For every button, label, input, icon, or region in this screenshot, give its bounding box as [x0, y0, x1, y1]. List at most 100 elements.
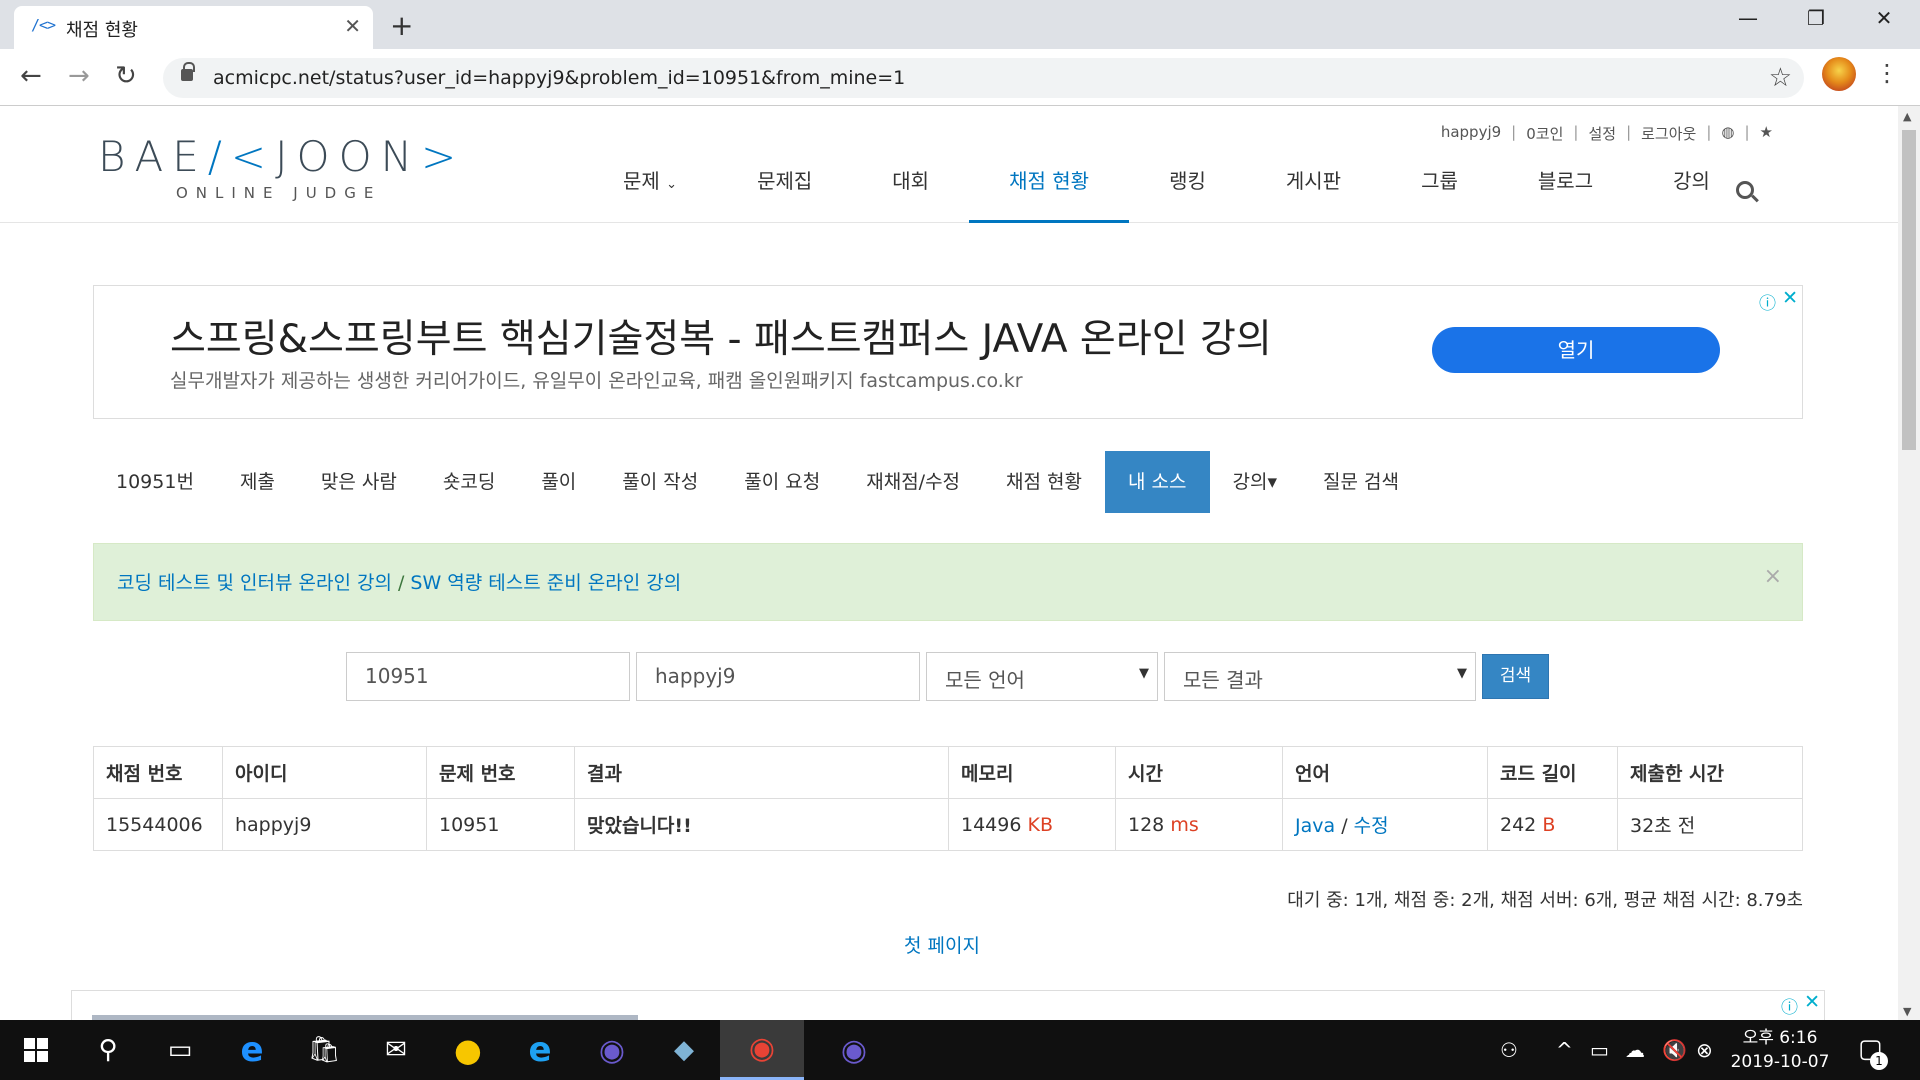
site-header: BAE/<JOON> ONLINE JUDGE happyj9 | 0코인 | … — [0, 106, 1898, 223]
user-link[interactable]: happyj9 — [222, 798, 427, 851]
taskbar-clock[interactable]: 오후 6:16 2019-10-07 — [1724, 1026, 1836, 1074]
lock-icon — [181, 62, 195, 81]
globe-icon[interactable]: ◍ — [1721, 123, 1734, 144]
ad-title[interactable]: 스프링&스프링부트 핵심기술정복 - 패스트캠퍼스 JAVA 온라인 강의 — [170, 308, 1272, 364]
subnav-my-source[interactable]: 내 소스 — [1105, 451, 1210, 513]
subnav-status[interactable]: 채점 현황 — [983, 451, 1105, 513]
browser-menu-icon[interactable]: ⋮ — [1875, 59, 1899, 87]
nav-problems[interactable]: 문제 ⌄ — [583, 151, 717, 223]
first-page-link[interactable]: 첫 페이지 — [904, 931, 980, 958]
scrollbar-thumb[interactable] — [1902, 130, 1916, 450]
edit-link[interactable]: 수정 — [1354, 815, 1389, 837]
problem-id-input[interactable]: 10951 — [346, 652, 630, 701]
nav-status[interactable]: 채점 현황 — [969, 151, 1130, 223]
subnav-solution[interactable]: 풀이 — [518, 451, 599, 513]
ad-close-icon[interactable]: ✕ — [1782, 287, 1798, 309]
scroll-down-icon[interactable]: ▼ — [1903, 1005, 1911, 1018]
start-button[interactable] — [0, 1020, 72, 1080]
subnav-rejudge[interactable]: 재채점/수정 — [843, 451, 983, 513]
ad-open-button[interactable]: 열기 — [1432, 327, 1720, 373]
user-id-input[interactable]: happyj9 — [636, 652, 920, 701]
subnav-problem[interactable]: 10951번 — [93, 451, 217, 513]
browser-tab[interactable]: /<> 채점 현황 ✕ — [14, 6, 373, 49]
subnav-request-solution[interactable]: 풀이 요청 — [721, 451, 843, 513]
tab-title: 채점 현황 — [66, 20, 138, 41]
search-icon[interactable] — [1736, 181, 1754, 199]
task-view-icon[interactable]: ▭ — [144, 1020, 216, 1080]
edge-icon[interactable]: e — [216, 1020, 288, 1080]
logout-link[interactable]: 로그아웃 — [1641, 123, 1696, 144]
store-icon[interactable]: 🛍 — [288, 1020, 360, 1080]
star-icon[interactable]: ★ — [1760, 123, 1773, 144]
problem-link[interactable]: 10951 — [426, 798, 575, 851]
subnav-solvers[interactable]: 맞은 사람 — [298, 451, 420, 513]
url-text: acmicpc.net/status?user_id=happyj9&probl… — [213, 67, 906, 89]
page-scrollbar[interactable]: ▲ ▼ — [1898, 106, 1920, 1020]
ad-banner[interactable]: 스프링&스프링부트 핵심기술정복 - 패스트캠퍼스 JAVA 온라인 강의 실무… — [93, 285, 1803, 419]
nav-workbook[interactable]: 문제집 — [717, 151, 852, 223]
language-link[interactable]: Java — [1295, 815, 1335, 837]
col-problem: 문제 번호 — [426, 746, 575, 799]
sw-test-link[interactable]: SW 역량 테스트 준비 온라인 강의 — [410, 572, 681, 594]
time-cell: 128 ms — [1115, 798, 1283, 851]
eclipse-running-icon[interactable]: ◉ — [818, 1020, 890, 1080]
nav-lecture[interactable]: 강의 — [1633, 151, 1750, 223]
tab-close-icon[interactable]: ✕ — [344, 14, 361, 38]
separator: | — [1744, 123, 1750, 141]
people-icon[interactable]: ⚇ — [1500, 1020, 1518, 1080]
site-logo[interactable]: BAE/<JOON> — [98, 132, 465, 181]
language-select[interactable]: 모든 언어 ▼ — [926, 652, 1158, 701]
mail-icon[interactable]: ✉ — [360, 1020, 432, 1080]
search-taskbar-icon[interactable]: ⚲ — [72, 1020, 144, 1080]
username-link[interactable]: happyj9 — [1441, 123, 1501, 144]
table-header-row: 채점 번호 아이디 문제 번호 결과 메모리 시간 언어 코드 길이 제출한 시… — [93, 746, 1803, 799]
eclipse-icon[interactable]: ◉ — [576, 1020, 648, 1080]
nav-blog[interactable]: 블로그 — [1498, 151, 1633, 223]
bookmark-star-icon[interactable]: ☆ — [1769, 63, 1792, 93]
submitted-time-link[interactable]: 32초 전 — [1617, 798, 1803, 851]
nav-ranking[interactable]: 랭킹 — [1129, 151, 1246, 223]
coins-link[interactable]: 0코인 — [1526, 123, 1563, 144]
search-button[interactable]: 검색 — [1482, 654, 1549, 699]
ad-subtitle[interactable]: 실무개발자가 제공하는 생생한 커리어가이드, 유일무이 온라인교육, 패캠 올… — [170, 366, 1023, 393]
network-error-icon[interactable]: ⊗ — [1696, 1020, 1713, 1080]
window-close-icon[interactable]: ✕ — [1864, 6, 1904, 30]
minimize-icon[interactable]: — — [1728, 6, 1768, 30]
bottom-ad[interactable]: ⓘ ✕ — [71, 990, 1825, 1020]
nav-contest[interactable]: 대회 — [852, 151, 969, 223]
code-length-cell: 242 B — [1487, 798, 1618, 851]
restore-icon[interactable]: ❐ — [1796, 6, 1836, 30]
result-select[interactable]: 모든 결과 ▼ — [1164, 652, 1476, 701]
nav-group[interactable]: 그룹 — [1381, 151, 1498, 223]
subnav-question-search[interactable]: 질문 검색 — [1300, 451, 1422, 513]
subnav-write-solution[interactable]: 풀이 작성 — [599, 451, 721, 513]
profile-avatar[interactable] — [1822, 57, 1856, 91]
site-favicon-icon: /<> — [31, 16, 56, 34]
settings-link[interactable]: 설정 — [1588, 123, 1616, 144]
scroll-up-icon[interactable]: ▲ — [1903, 110, 1911, 123]
alert-close-icon[interactable]: × — [1764, 564, 1782, 589]
chrome-icon[interactable]: ◉ — [720, 1020, 804, 1080]
notes-app-icon[interactable]: ◆ — [648, 1020, 720, 1080]
internet-explorer-icon[interactable]: e — [504, 1020, 576, 1080]
ad-info-icon[interactable]: ⓘ — [1759, 289, 1776, 314]
nav-board[interactable]: 게시판 — [1246, 151, 1381, 223]
media-player-icon[interactable]: ● — [432, 1020, 504, 1080]
subnav-submit[interactable]: 제출 — [217, 451, 298, 513]
table-row: 15544006 happyj9 10951 맞았습니다!! 14496 KB … — [93, 798, 1803, 851]
tray-expand-icon[interactable]: ^ — [1556, 1020, 1573, 1080]
back-icon[interactable]: ← — [20, 61, 42, 91]
col-user: 아이디 — [222, 746, 427, 799]
ad-info-icon[interactable]: ⓘ — [1781, 993, 1798, 1018]
new-tab-icon[interactable]: + — [390, 9, 413, 42]
subnav-shortcoding[interactable]: 숏코딩 — [420, 451, 518, 513]
onedrive-icon[interactable]: ☁ — [1625, 1020, 1645, 1080]
forward-icon[interactable]: → — [68, 61, 90, 91]
battery-icon[interactable]: ▭ — [1590, 1020, 1609, 1080]
coding-test-link[interactable]: 코딩 테스트 및 인터뷰 온라인 강의 — [117, 572, 392, 594]
address-bar[interactable]: acmicpc.net/status?user_id=happyj9&probl… — [163, 58, 1804, 98]
ad-close-icon[interactable]: ✕ — [1804, 991, 1820, 1013]
subnav-lecture[interactable]: 강의▾ — [1210, 451, 1301, 513]
reload-icon[interactable]: ↻ — [115, 61, 137, 91]
volume-muted-icon[interactable]: 🔇 — [1662, 1020, 1687, 1080]
